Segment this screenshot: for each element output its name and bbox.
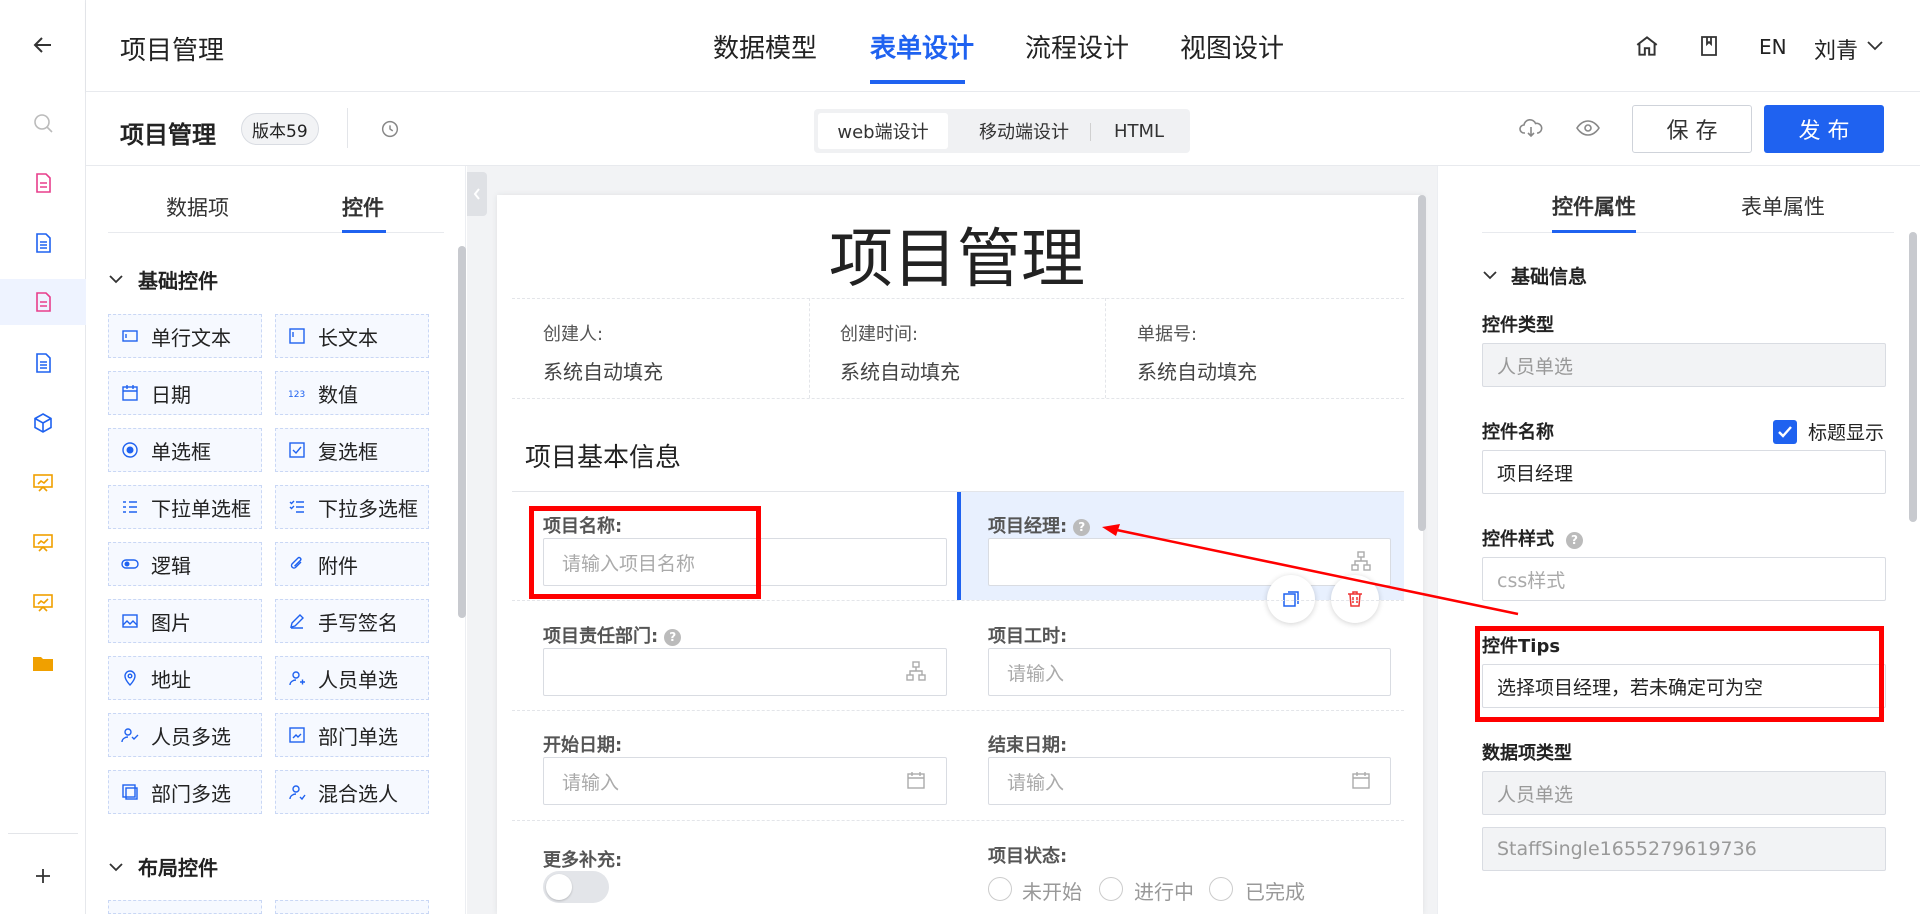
annotation-arrow: [1102, 524, 1519, 616]
